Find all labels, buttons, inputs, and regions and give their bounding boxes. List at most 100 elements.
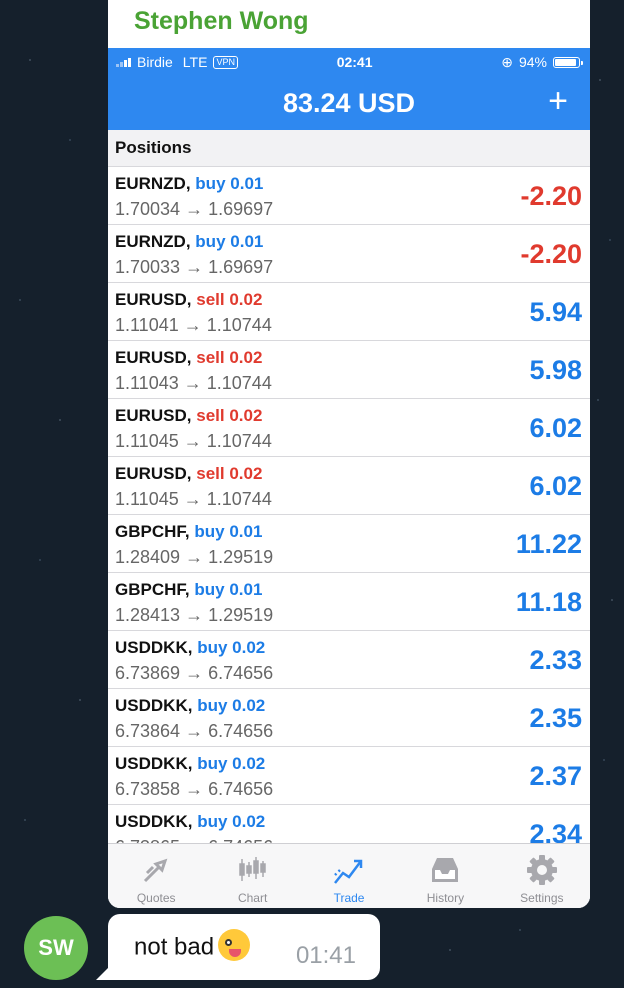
vpn-badge: VPN	[213, 55, 238, 69]
position-direction: buy 0.02	[197, 638, 266, 657]
arrow-right-icon: →	[185, 257, 204, 277]
position-direction: buy 0.02	[197, 696, 266, 715]
position-symbol: USDDKK,	[115, 638, 193, 657]
avatar[interactable]: SW	[24, 916, 88, 980]
open-price: 6.73869	[115, 663, 181, 683]
current-price: 1.10744	[206, 431, 272, 451]
open-price: 1.70034	[115, 199, 181, 219]
current-price: 6.74656	[208, 721, 274, 741]
current-price: 1.10744	[206, 489, 272, 509]
position-symbol: EURUSD,	[115, 406, 192, 425]
rotation-lock-icon: ⊕	[501, 53, 513, 70]
open-price: 1.28413	[115, 605, 181, 625]
current-price: 1.10744	[206, 373, 272, 393]
position-symbol: EURNZD,	[115, 232, 191, 251]
position-row[interactable]: USDDKK, buy 0.02 6.73869 → 6.74656 2.33	[108, 631, 590, 689]
image-message-bubble[interactable]: Stephen Wong Birdie LTE VPN 02:41 ⊕ 94% …	[108, 0, 590, 908]
position-title: GBPCHF, buy 0.01	[115, 580, 262, 600]
position-row[interactable]: EURUSD, sell 0.02 1.11045 → 1.10744 6.02	[108, 457, 590, 515]
tab-history[interactable]: History	[397, 844, 493, 908]
position-title: USDDKK, buy 0.02	[115, 754, 265, 774]
current-price: 6.74656	[208, 779, 274, 799]
tab-settings[interactable]: Settings	[494, 844, 590, 908]
battery-percent: 94%	[518, 54, 547, 70]
position-symbol: GBPCHF,	[115, 580, 190, 599]
open-price: 6.73864	[115, 721, 181, 741]
position-row[interactable]: USDDKK, buy 0.02 6.73864 → 6.74656 2.35	[108, 689, 590, 747]
text-message-bubble[interactable]: not bad 01:41	[108, 914, 380, 980]
position-row[interactable]: EURUSD, sell 0.02 1.11045 → 1.10744 6.02	[108, 399, 590, 457]
position-prices: 6.73869 → 6.74656	[115, 663, 273, 684]
position-title: EURUSD, sell 0.02	[115, 290, 262, 310]
position-title: EURUSD, sell 0.02	[115, 348, 262, 368]
position-symbol: EURUSD,	[115, 290, 192, 309]
position-title: USDDKK, buy 0.02	[115, 696, 265, 716]
position-symbol: GBPCHF,	[115, 522, 190, 541]
position-row[interactable]: EURUSD, sell 0.02 1.11041 → 1.10744 5.94	[108, 283, 590, 341]
position-profit: 6.02	[529, 471, 582, 501]
position-row[interactable]: EURNZD, buy 0.01 1.70033 → 1.69697 -2.20	[108, 225, 590, 283]
position-symbol: EURUSD,	[115, 464, 192, 483]
position-direction: sell 0.02	[196, 464, 263, 483]
position-title: GBPCHF, buy 0.01	[115, 522, 262, 542]
message-text-wrap: not bad	[134, 929, 251, 964]
open-price: 1.11045	[115, 431, 179, 451]
current-price: 1.69697	[208, 257, 274, 277]
position-profit: 11.22	[515, 529, 582, 559]
position-row[interactable]: GBPCHF, buy 0.01 1.28409 → 1.29519 11.22	[108, 515, 590, 573]
sender-name[interactable]: Stephen Wong	[108, 0, 590, 48]
position-prices: 1.70034 → 1.69697	[115, 199, 273, 220]
current-price: 6.74656	[208, 663, 274, 683]
position-title: EURUSD, sell 0.02	[115, 406, 262, 426]
trade-icon	[334, 859, 363, 884]
position-symbol: USDDKK,	[115, 812, 193, 831]
position-symbol: EURUSD,	[115, 348, 192, 367]
position-title: USDDKK, buy 0.02	[115, 812, 265, 832]
current-price: 1.69697	[208, 199, 274, 219]
tab-chart[interactable]: Chart	[204, 844, 300, 908]
open-price: 6.73858	[115, 779, 181, 799]
signal-icon	[116, 57, 131, 67]
account-balance: 83.24 USD	[282, 87, 416, 118]
position-title: USDDKK, buy 0.02	[115, 638, 265, 658]
arrow-right-icon: →	[183, 431, 202, 451]
position-title: EURNZD, buy 0.01	[115, 174, 263, 194]
position-symbol: EURNZD,	[115, 174, 191, 193]
message-text: not bad	[134, 933, 215, 961]
network-type: LTE	[182, 54, 208, 70]
tab-quotes[interactable]: Quotes	[108, 844, 204, 908]
position-prices: 1.11045 → 1.10744	[115, 489, 272, 510]
position-prices: 1.28409 → 1.29519	[115, 547, 273, 568]
position-profit: -2.20	[520, 239, 582, 269]
tab-trade[interactable]: Trade	[301, 844, 397, 908]
position-profit: 2.35	[529, 703, 582, 733]
position-profit: 2.33	[529, 645, 582, 675]
chart-icon	[238, 857, 266, 881]
tab-bar: Quotes Chart Trade History Settings	[108, 843, 590, 908]
position-prices: 1.11043 → 1.10744	[115, 373, 272, 394]
message-time: 01:41	[295, 942, 356, 969]
position-row[interactable]: USDDKK, buy 0.02 6.73858 → 6.74656 2.37	[108, 747, 590, 805]
gear-icon	[526, 855, 557, 885]
history-icon	[432, 858, 459, 882]
position-prices: 1.11041 → 1.10744	[115, 315, 272, 336]
position-profit: 5.94	[529, 297, 582, 327]
position-profit: 5.98	[529, 355, 582, 385]
position-profit: 2.34	[529, 819, 582, 843]
position-direction: buy 0.02	[197, 812, 266, 831]
position-direction: buy 0.02	[197, 754, 266, 773]
position-row[interactable]: EURUSD, sell 0.02 1.11043 → 1.10744 5.98	[108, 341, 590, 399]
nav-bar: 83.24 USD +	[108, 76, 590, 130]
position-profit: 6.02	[529, 413, 582, 443]
add-order-button[interactable]: +	[548, 84, 568, 118]
position-direction: sell 0.02	[196, 290, 263, 309]
position-row[interactable]: USDDKK, buy 0.026.73865 → 6.746562.34	[108, 805, 590, 843]
position-row[interactable]: GBPCHF, buy 0.01 1.28413 → 1.29519 11.18	[108, 573, 590, 631]
position-profit: 2.37	[529, 761, 582, 791]
arrow-right-icon: →	[183, 315, 202, 335]
position-row[interactable]: EURNZD, buy 0.01 1.70034 → 1.69697 -2.20	[108, 167, 590, 225]
position-profit: 11.18	[515, 587, 582, 617]
positions-list[interactable]: EURNZD, buy 0.01 1.70034 → 1.69697 -2.20 EU…	[108, 167, 590, 843]
position-symbol: USDDKK,	[115, 754, 193, 773]
open-price: 1.11045	[115, 489, 179, 509]
